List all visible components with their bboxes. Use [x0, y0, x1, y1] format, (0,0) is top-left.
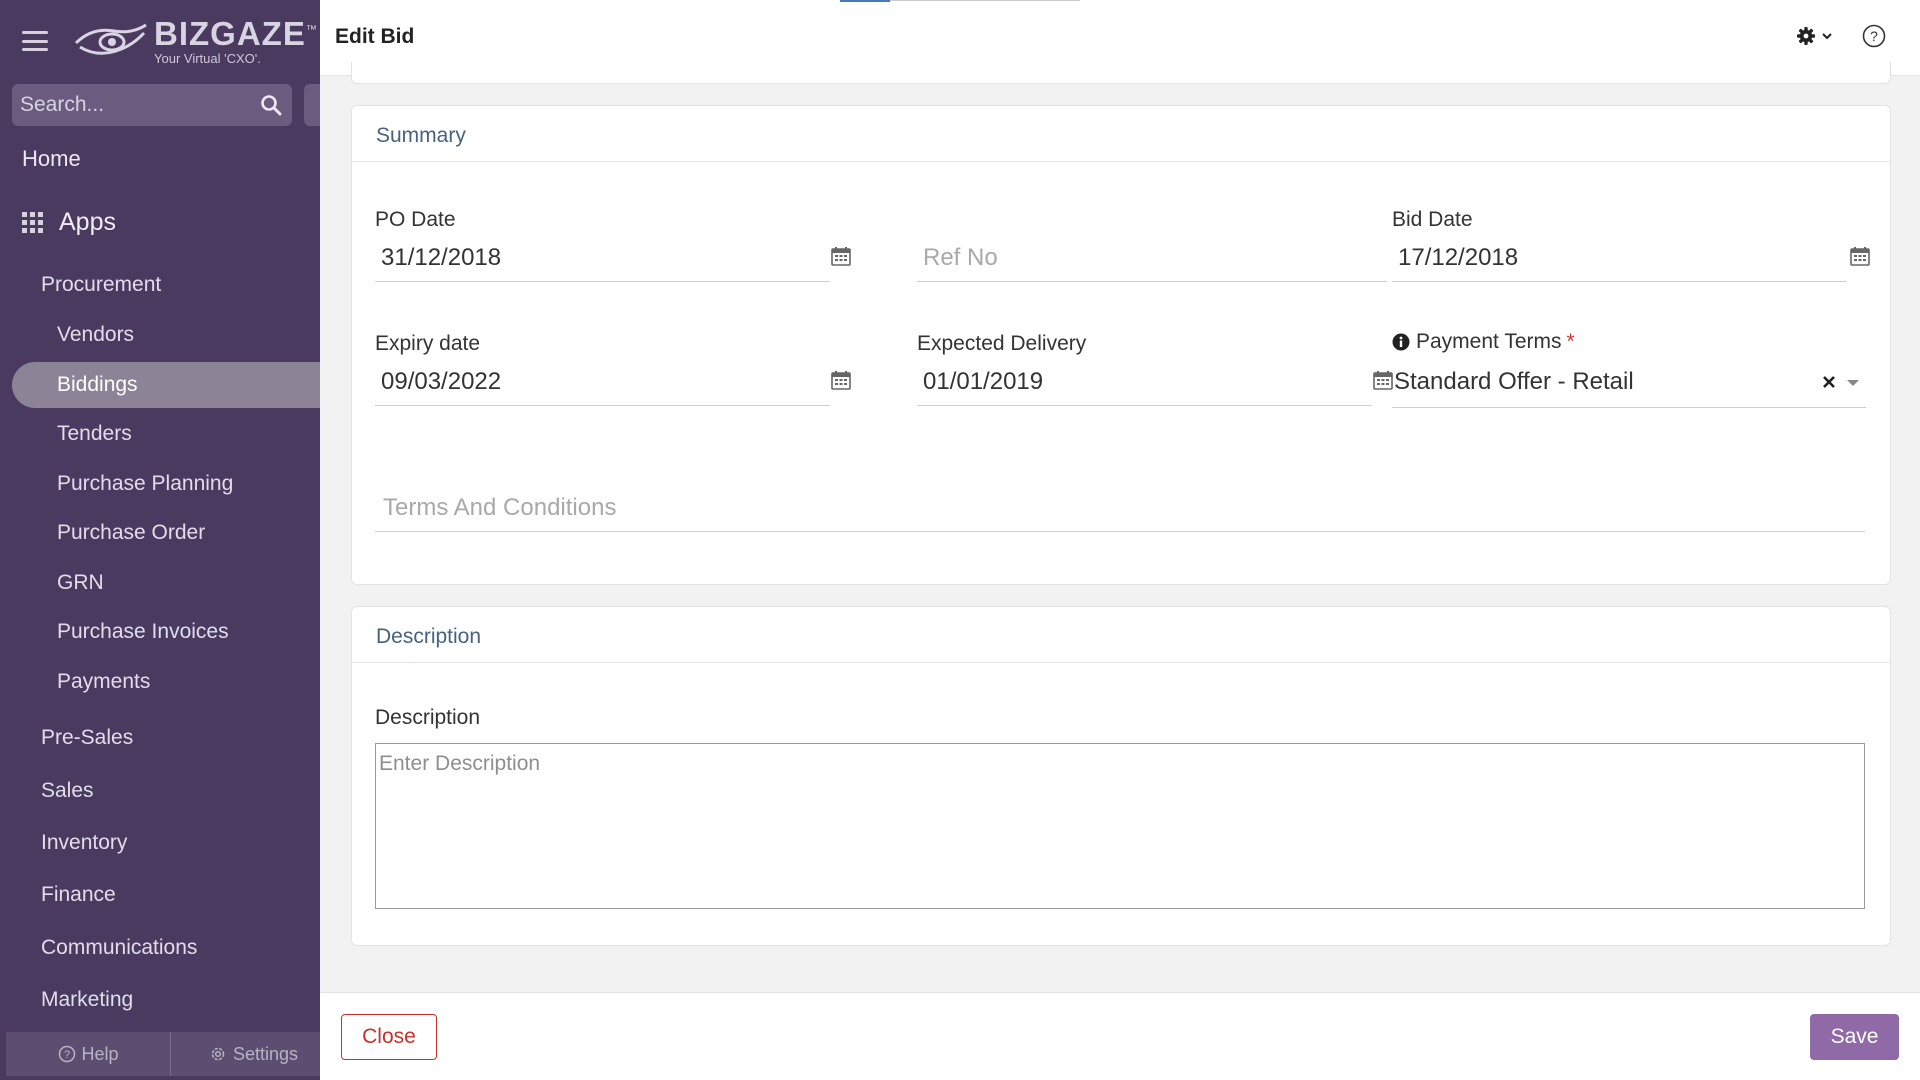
gear-icon	[1797, 27, 1815, 45]
payment-terms-label-text: Payment Terms	[1416, 330, 1562, 353]
nav-marketing[interactable]: Marketing	[41, 988, 133, 1012]
nav-vendors[interactable]: Vendors	[57, 323, 134, 347]
po-date-label: PO Date	[375, 208, 456, 231]
nav-finance[interactable]: Finance	[41, 883, 116, 907]
nav-purchase-invoices[interactable]: Purchase Invoices	[57, 620, 229, 644]
ref-no-field[interactable]: Ref No	[917, 234, 1387, 282]
payment-terms-select[interactable]: Standard Offer - Retail	[1392, 358, 1866, 408]
sidebar-search-filter[interactable]	[304, 84, 320, 126]
summary-section-title: Summary	[352, 106, 1890, 162]
description-label: Description	[375, 706, 481, 729]
calendar-icon[interactable]	[1373, 370, 1393, 390]
po-date-field[interactable]: 31/12/2018	[375, 234, 851, 282]
help-circle-icon[interactable]: ?	[1862, 24, 1886, 48]
ref-no-placeholder: Ref No	[923, 244, 998, 271]
nav-communications[interactable]: Communications	[41, 936, 197, 960]
logo-trademark: ™	[305, 24, 318, 36]
bid-date-field[interactable]: 17/12/2018	[1392, 234, 1870, 282]
progress-indicator-track	[890, 0, 1080, 1]
description-card: Description Description	[351, 606, 1891, 946]
nav-pre-sales[interactable]: Pre-Sales	[41, 726, 133, 750]
sidebar-topbar: BIZGAZE™ Your Virtual 'CXO'.	[0, 0, 320, 82]
terms-and-conditions-field[interactable]: Terms And Conditions	[375, 484, 1865, 532]
close-button[interactable]: Close	[341, 1014, 437, 1060]
bizgaze-logo[interactable]: BIZGAZE™ Your Virtual 'CXO'.	[74, 17, 318, 65]
progress-indicator-active	[840, 0, 890, 2]
nav-biddings[interactable]: Biddings	[57, 373, 138, 397]
nav-tenders[interactable]: Tenders	[57, 422, 132, 446]
sidebar-footer: ? Help Settings	[6, 1032, 320, 1076]
previous-card-edge	[351, 62, 1891, 84]
panel-footer	[320, 992, 1920, 1080]
sidebar-search-input[interactable]	[20, 93, 250, 117]
nav-procurement[interactable]: Procurement	[41, 273, 161, 297]
svg-text:?: ?	[63, 1049, 69, 1061]
apps-grid-icon	[22, 212, 43, 233]
sidebar: BIZGAZE™ Your Virtual 'CXO'. Home Apps P…	[0, 0, 320, 1080]
expected-delivery-field[interactable]: 01/01/2019	[917, 358, 1393, 406]
terms-and-conditions-placeholder: Terms And Conditions	[383, 494, 617, 521]
summary-card: Summary PO Date 31/12/2018 Ref No Bid Da…	[351, 105, 1891, 585]
description-textarea[interactable]	[375, 743, 1865, 909]
settings-link[interactable]: Settings	[171, 1032, 320, 1076]
bid-date-label: Bid Date	[1392, 208, 1473, 231]
expiry-date-label: Expiry date	[375, 332, 481, 355]
logo-brand: BIZGAZE	[154, 15, 306, 52]
nav-payments[interactable]: Payments	[57, 670, 150, 694]
apps-label: Apps	[59, 208, 116, 236]
expected-delivery-value: 01/01/2019	[923, 368, 1044, 395]
calendar-icon[interactable]	[1850, 246, 1870, 266]
settings-dropdown-button[interactable]	[1796, 26, 1834, 46]
bid-date-value: 17/12/2018	[1398, 244, 1519, 271]
logo-tagline: Your Virtual 'CXO'.	[154, 51, 261, 66]
calendar-icon[interactable]	[831, 246, 851, 266]
chevron-down-icon	[1822, 33, 1832, 40]
po-date-value: 31/12/2018	[381, 244, 502, 271]
help-icon: ?	[58, 1045, 75, 1063]
svg-text:?: ?	[1870, 28, 1878, 44]
dropdown-arrow-icon[interactable]	[1846, 378, 1860, 388]
page-title: Edit Bid	[335, 25, 415, 48]
required-marker: *	[1566, 330, 1575, 353]
search-icon[interactable]	[260, 94, 282, 116]
nav-purchase-order[interactable]: Purchase Order	[57, 521, 205, 545]
info-icon[interactable]	[1392, 333, 1410, 351]
expected-delivery-label: Expected Delivery	[917, 332, 1087, 355]
payment-terms-label: Payment Terms *	[1392, 330, 1575, 354]
nav-home[interactable]: Home	[22, 146, 81, 172]
clear-icon[interactable]	[1822, 375, 1836, 389]
settings-gear-icon	[211, 1047, 225, 1061]
expiry-date-field[interactable]: 09/03/2022	[375, 358, 851, 406]
expiry-date-value: 09/03/2022	[381, 368, 502, 395]
nav-apps[interactable]: Apps	[22, 208, 116, 237]
hamburger-menu-icon[interactable]	[22, 31, 48, 51]
nav-grn[interactable]: GRN	[57, 571, 104, 595]
save-button[interactable]: Save	[1810, 1014, 1899, 1060]
sidebar-search	[12, 84, 292, 126]
edit-bid-panel: Edit Bid ? Summary PO Date 31/12/2018 Re…	[320, 0, 1920, 1080]
nav-purchase-planning[interactable]: Purchase Planning	[57, 472, 233, 496]
description-section-title: Description	[352, 607, 1890, 663]
nav-sales[interactable]: Sales	[41, 779, 94, 803]
nav-inventory[interactable]: Inventory	[41, 831, 127, 855]
logo-eye-icon	[74, 23, 147, 55]
help-link[interactable]: ? Help	[6, 1032, 172, 1076]
help-label: Help	[81, 1043, 119, 1064]
calendar-icon[interactable]	[831, 370, 851, 390]
settings-label: Settings	[232, 1043, 299, 1064]
payment-terms-value: Standard Offer - Retail	[1394, 368, 1634, 395]
